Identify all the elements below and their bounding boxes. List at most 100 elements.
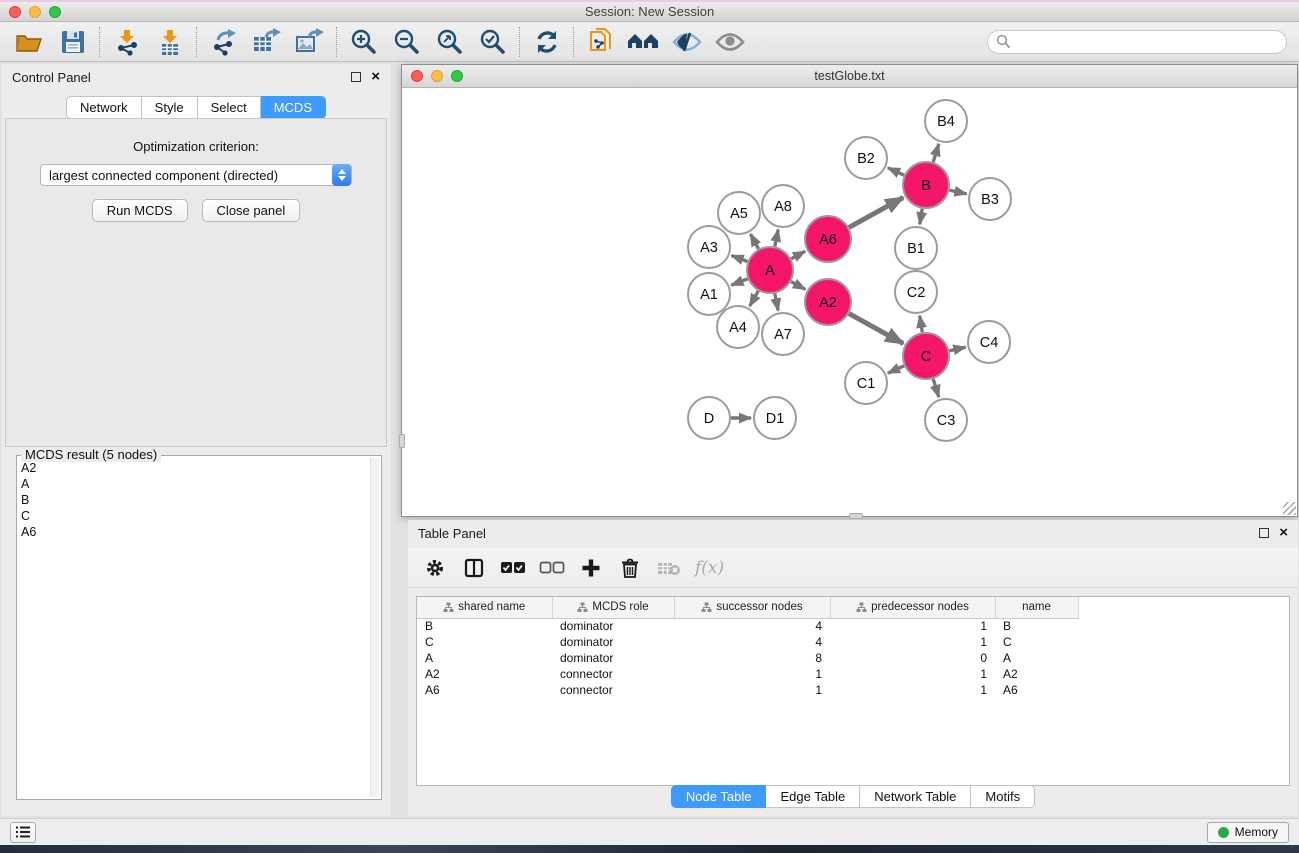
delete-table-button[interactable]: [654, 553, 684, 583]
zoom-out-button[interactable]: [385, 25, 428, 59]
column-header-predecessor-nodes[interactable]: predecessor nodes: [830, 597, 995, 618]
open-file-button[interactable]: [8, 25, 51, 59]
import-table-button[interactable]: [148, 25, 191, 59]
save-session-button[interactable]: [51, 25, 94, 59]
edge-B-B4[interactable]: [933, 144, 939, 162]
left-divider-grip[interactable]: [399, 434, 405, 448]
tab-mcds[interactable]: MCDS: [261, 96, 326, 119]
close-panel-button[interactable]: Close panel: [202, 199, 301, 222]
tab-network[interactable]: Network: [66, 96, 142, 119]
add-column-button[interactable]: [576, 553, 606, 583]
column-header-mcds-role[interactable]: MCDS role: [552, 597, 674, 618]
minimize-window-button[interactable]: [29, 6, 41, 18]
table-row[interactable]: Cdominator41C: [417, 634, 1078, 650]
column-header-name[interactable]: name: [995, 597, 1078, 618]
close-table-panel-icon[interactable]: ×: [1279, 528, 1288, 538]
edge-B-B3[interactable]: [949, 190, 966, 194]
deselect-all-checkboxes-button[interactable]: [537, 553, 567, 583]
network-close-button[interactable]: [411, 70, 423, 82]
edge-A-A8[interactable]: [775, 230, 778, 247]
search-input[interactable]: [987, 30, 1287, 54]
table-row[interactable]: Bdominator41B: [417, 618, 1078, 634]
node-label-A4: A4: [729, 320, 747, 336]
edge-A-A4[interactable]: [750, 291, 759, 306]
task-history-button[interactable]: [10, 822, 36, 843]
result-item[interactable]: B: [21, 492, 369, 508]
node-label-C: C: [921, 349, 931, 365]
delete-table-icon: [657, 560, 681, 576]
tab-select[interactable]: Select: [198, 96, 261, 119]
show-graphics-details-button[interactable]: [708, 25, 751, 59]
tab-edge-table[interactable]: Edge Table: [766, 785, 860, 808]
edge-A6-B[interactable]: [849, 198, 903, 228]
close-panel-icon[interactable]: ×: [371, 72, 380, 82]
preferred-layout-button[interactable]: [622, 25, 665, 59]
resize-grip-icon[interactable]: [1283, 502, 1296, 515]
refresh-layout-button[interactable]: [525, 25, 568, 59]
edge-A2-C[interactable]: [849, 314, 903, 344]
column-layout-button[interactable]: [459, 553, 489, 583]
import-network-icon: [113, 28, 141, 56]
table-cell: C: [995, 634, 1078, 650]
hide-panels-button[interactable]: [665, 25, 708, 59]
zoom-in-button[interactable]: [342, 25, 385, 59]
node-label-A: A: [765, 263, 775, 279]
run-mcds-button[interactable]: Run MCDS: [92, 199, 188, 222]
tab-style[interactable]: Style: [142, 96, 198, 119]
edge-A-A2[interactable]: [791, 282, 805, 290]
edge-A-A1[interactable]: [731, 279, 747, 285]
node-label-A1: A1: [700, 287, 718, 303]
zoom-window-button[interactable]: [49, 6, 61, 18]
export-image-button[interactable]: [288, 25, 331, 59]
zoom-fit-button[interactable]: [428, 25, 471, 59]
export-table-button[interactable]: [245, 25, 288, 59]
bottom-divider-grip[interactable]: [849, 513, 863, 519]
result-item[interactable]: A2: [21, 460, 369, 476]
zoom-selected-button[interactable]: [471, 25, 514, 59]
network-minimize-button[interactable]: [431, 70, 443, 82]
network-canvas[interactable]: B4B2BB3A5A8A6B1A3AC2A1A2A4A7C4CC1DD1C3: [402, 88, 1297, 516]
table-settings-button[interactable]: [420, 553, 450, 583]
close-window-button[interactable]: [9, 6, 21, 18]
unchecked-boxes-icon: [539, 561, 565, 575]
edge-B-B1[interactable]: [920, 209, 922, 225]
edge-A-A7[interactable]: [775, 294, 778, 311]
tab-motifs[interactable]: Motifs: [971, 785, 1035, 808]
result-scrollbar[interactable]: [370, 458, 379, 797]
column-header-successor-nodes[interactable]: successor nodes: [674, 597, 830, 618]
edge-C-C1[interactable]: [888, 366, 904, 373]
edge-C-C3[interactable]: [933, 379, 939, 397]
edge-B-B2[interactable]: [888, 168, 904, 175]
network-zoom-button[interactable]: [451, 70, 463, 82]
function-builder-button[interactable]: f(x): [693, 558, 724, 578]
memory-button[interactable]: Memory: [1207, 822, 1289, 843]
delete-column-button[interactable]: [615, 553, 645, 583]
tab-network-table[interactable]: Network Table: [860, 785, 971, 808]
edge-A-A3[interactable]: [732, 256, 748, 262]
float-table-panel-icon[interactable]: [1259, 528, 1269, 538]
select-all-checkboxes-button[interactable]: [498, 553, 528, 583]
edge-A-A5[interactable]: [751, 234, 759, 249]
table-row[interactable]: A2connector11A2: [417, 666, 1078, 682]
network-window-titlebar[interactable]: testGlobe.txt: [402, 65, 1297, 88]
result-item[interactable]: A6: [21, 524, 369, 540]
edge-C-C4[interactable]: [949, 347, 965, 351]
network-graph: B4B2BB3A5A8A6B1A3AC2A1A2A4A7C4CC1DD1C3: [402, 88, 1297, 516]
node-label-C3: C3: [937, 413, 956, 429]
table-row[interactable]: Adominator80A: [417, 650, 1078, 666]
edge-A-A6[interactable]: [791, 251, 805, 258]
export-network-button[interactable]: [202, 25, 245, 59]
optimization-criterion-dropdown[interactable]: largest connected component (directed): [40, 164, 352, 186]
float-panel-icon[interactable]: [351, 72, 361, 82]
edge-C-C2[interactable]: [920, 316, 923, 333]
column-header-shared-name[interactable]: shared name: [417, 597, 552, 618]
tab-node-table[interactable]: Node Table: [671, 785, 767, 808]
table-cell: B: [995, 618, 1078, 634]
result-item[interactable]: C: [21, 508, 369, 524]
result-item[interactable]: A: [21, 476, 369, 492]
main-toolbar: [0, 22, 1299, 62]
table-cell: 0: [830, 650, 995, 666]
table-row[interactable]: A6connector11A6: [417, 682, 1078, 698]
import-network-button[interactable]: [105, 25, 148, 59]
clone-network-button[interactable]: [579, 25, 622, 59]
